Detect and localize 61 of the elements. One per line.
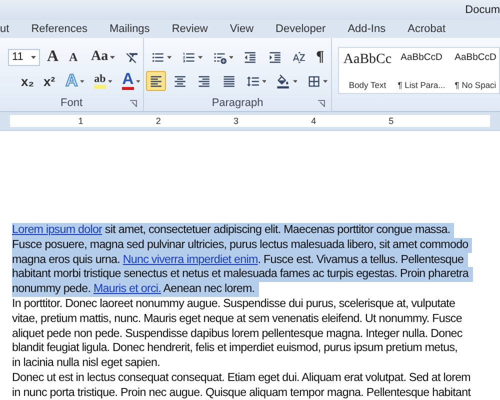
ribbon-tab[interactable]: View: [230, 23, 254, 35]
borders-icon: [307, 74, 322, 88]
caret-icon: [80, 80, 84, 82]
align-left-button[interactable]: [146, 71, 166, 91]
ruler-number: 1: [78, 116, 84, 126]
caret-icon: [136, 80, 140, 82]
ribbon-tab[interactable]: ut: [0, 23, 10, 35]
group-label: Paragraph: [212, 96, 264, 108]
ruler-number: 5: [388, 116, 394, 126]
align-center-icon: [173, 74, 188, 88]
ruler-number: 4: [311, 116, 316, 126]
ribbon-tab[interactable]: Mailings: [109, 23, 150, 35]
align-right-icon: [197, 74, 212, 88]
grow-font-button[interactable]: A: [44, 47, 62, 67]
ruler-number: 3: [233, 116, 238, 126]
change-case-button[interactable]: Aa: [88, 47, 118, 67]
ribbon-tab[interactable]: Developer: [276, 23, 326, 35]
caret-icon: [198, 56, 203, 58]
caret-icon: [323, 80, 328, 82]
style-preview: AaBbCc: [343, 52, 392, 68]
caret-icon: [228, 56, 234, 58]
style-preview: AaBbCcD: [400, 52, 442, 63]
line-spacing-icon: [246, 74, 260, 88]
link[interactable]: Lorem ipsum dolor: [12, 223, 102, 236]
font-color-button[interactable]: A: [119, 71, 143, 91]
ribbon-tab[interactable]: Add-Ins: [348, 23, 386, 35]
dialog-launcher-icon[interactable]: [318, 100, 325, 107]
highlight-button[interactable]: ab: [91, 71, 116, 91]
ribbon-tab[interactable]: Review: [172, 23, 208, 35]
caret-icon: [292, 80, 298, 82]
ribbon-tab[interactable]: Acrobat: [408, 23, 446, 35]
style-name: Body Text: [348, 80, 386, 90]
paragraph: Donec ut est in lectus consequat consequat. Etiam eget dui. Aliquam erat volutpat. Sed at lorem in nunc porta tristique. Proin nec augue. Quisque aliquam tempor magna. Pellentesque habitant: [12, 370, 472, 400]
style-name: ¶ List Para...: [398, 80, 446, 90]
group-label: Font: [60, 96, 82, 108]
paragraph: Lorem ipsum dolor sit amet, consectetuer adipiscing elit. Maecenas porttitor congue massa. Fusce posuere, magna sed pulvinar ultricies, purus lectus malesuada libero, sit amet commodo magna eros quis urna. Nunc viverra imperdiet enim. Fusce est. Vivamus a tellus. Pellentesque habitant morbi tristique senectus et netus et malesuada fames ac turpis egestas. Proin pharetra nonummy pede. Mauris et orci. Aenean nec lorem.: [12, 223, 500, 297]
window-title: Docum: [465, 4, 500, 16]
decrease-indent-icon: [243, 50, 258, 64]
subscript-button[interactable]: x₂: [18, 71, 37, 91]
paragraph: In porttitor. Donec laoreet nonummy augue. Suspendisse dui purus, scelerisque at, vulputate vitae, pretium mattis, nunc. Mauris eget neque at sem venenatis eleifend. Ut nonummy. Fusce aliquet pede non pede. Suspendisse dapibus lorem pellentesque magna. Integer nulla. Donec blandit feugiat ligula. Donec hendrerit, felis et imperdiet euismod, purus ipsum pretium metus, in lacinia nulla nisl eget sapien.: [12, 296, 464, 371]
shrink-font-button[interactable]: A: [66, 47, 84, 67]
show-marks-button[interactable]: ¶: [313, 47, 331, 67]
link[interactable]: Nunc viverra imperdiet enim: [122, 252, 258, 266]
caret-icon: [108, 80, 112, 82]
font-size-field[interactable]: 11: [8, 48, 40, 66]
superscript-button[interactable]: x²: [40, 71, 59, 91]
caret-icon: [110, 56, 116, 58]
shading-icon: [276, 74, 291, 88]
increase-indent-icon: [268, 50, 282, 64]
caret-icon: [30, 56, 36, 58]
caret-icon: [167, 56, 172, 58]
style-preview: AaBbCcD: [454, 52, 496, 63]
ruler-number: 2: [156, 116, 161, 126]
style-name: ¶ No Spaci: [454, 80, 496, 90]
ribbon-tab[interactable]: References: [31, 23, 88, 35]
link[interactable]: Mauris et orci.: [93, 282, 162, 296]
dialog-launcher-icon[interactable]: [130, 100, 137, 107]
sort-icon: [292, 50, 306, 64]
caret-icon: [262, 80, 266, 82]
justify-icon: [222, 74, 236, 88]
align-left-icon: [149, 74, 164, 88]
